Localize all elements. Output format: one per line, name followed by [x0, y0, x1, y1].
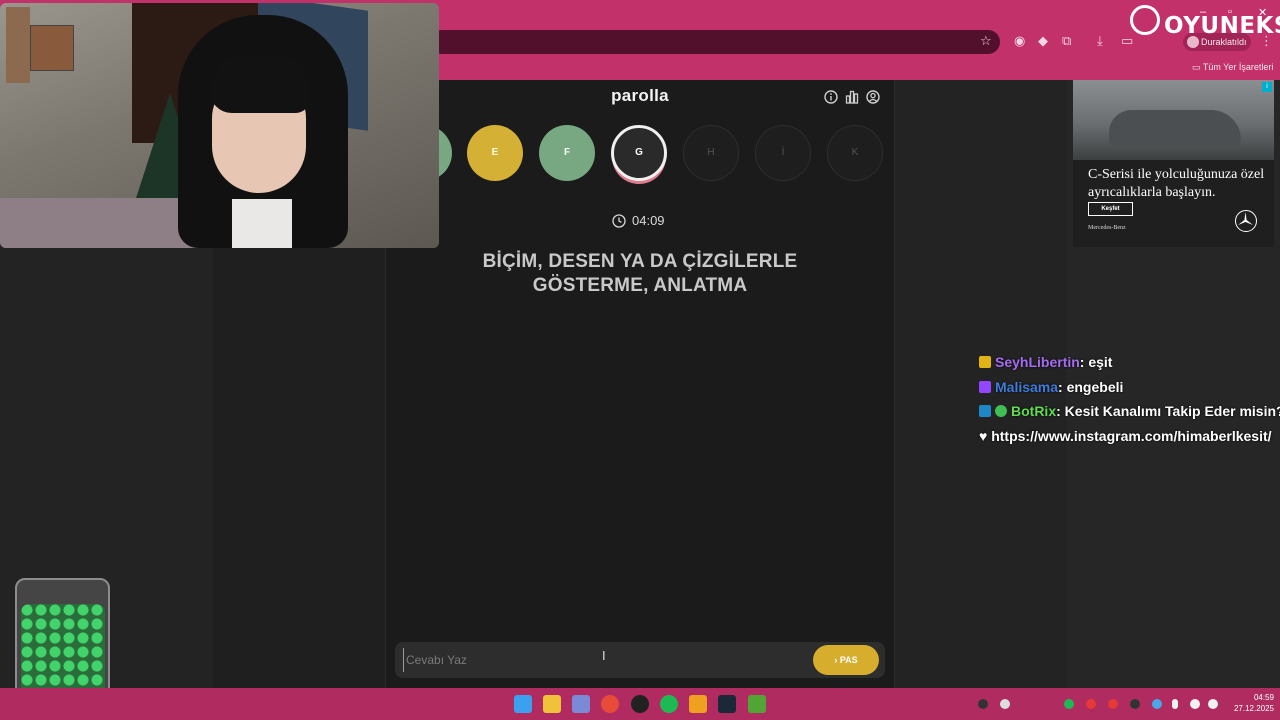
stats-icon[interactable]: [845, 90, 859, 104]
chrome-icon[interactable]: [601, 695, 619, 713]
chat-message: SeyhLibertin: eşit: [979, 352, 1279, 377]
volume-icon[interactable]: [1208, 699, 1218, 709]
wall-frames: [6, 7, 30, 83]
watermark-logo: OYUNEKS: [1128, 3, 1280, 47]
all-bookmarks-label: Tüm Yer İşaretleri: [1202, 62, 1274, 72]
chat-text: : engebeli: [1058, 378, 1124, 395]
info-icon[interactable]: [824, 90, 838, 104]
chat-message: Malisama: engebeli: [979, 377, 1279, 402]
network-icon[interactable]: [1190, 699, 1200, 709]
file-explorer-icon[interactable]: [543, 695, 561, 713]
app-icon[interactable]: [572, 695, 590, 713]
clock-icon: [612, 214, 626, 228]
tray-icon[interactable]: [1086, 699, 1096, 709]
chat-message: BotRix: Kesit Kanalımı Takip Eder misin?: [979, 401, 1280, 426]
chat-username: Malisama: [995, 378, 1059, 395]
pass-button[interactable]: › PAS: [813, 645, 879, 675]
chat-username: SeyhLibertin: [995, 354, 1080, 370]
chat-text: : eşit: [1079, 354, 1113, 370]
windows-start-icon[interactable]: [514, 695, 532, 713]
all-bookmarks-link[interactable]: ▭ Tüm Yer İşaretleri: [1192, 60, 1273, 74]
webcam-overlay: [0, 3, 439, 248]
tray-icon[interactable]: [1130, 699, 1140, 709]
car-image: [1109, 110, 1241, 146]
minecraft-icon[interactable]: [748, 695, 766, 713]
extension-icon[interactable]: ◆: [1038, 34, 1048, 50]
timer: 04:09: [600, 212, 680, 230]
clock-date: 27.12.2025: [1233, 704, 1274, 713]
chat-text: : Kesit Kanalımı Takip Eder misin?: [1056, 403, 1280, 419]
letter-bubble: K: [827, 125, 883, 181]
extension-icon[interactable]: ◉: [1014, 34, 1025, 50]
download-icon[interactable]: ⤓: [1097, 34, 1103, 50]
star-icon[interactable]: ☆: [980, 34, 992, 50]
letter-bubble: İ: [755, 125, 811, 181]
bot-badge-icon: [979, 405, 991, 417]
clock-time: 04:59: [1253, 693, 1274, 702]
address-bar[interactable]: [430, 30, 1000, 54]
mercedes-star-icon: [1235, 210, 1257, 232]
text-cursor-icon: I: [602, 648, 606, 663]
ad-cta-button[interactable]: Keşfet: [1088, 202, 1133, 216]
obs-icon[interactable]: [631, 695, 649, 713]
app-title: parolla: [611, 86, 669, 105]
ad-info-icon[interactable]: i: [1262, 82, 1272, 92]
folder-icon: ▭: [1192, 62, 1203, 72]
chat-message: ♥ https://www.instagram.com/himaberlkesi…: [979, 426, 1279, 451]
letter-bubble: G: [611, 125, 667, 181]
pass-label: PAS: [839, 655, 858, 665]
tray-icon[interactable]: [1000, 699, 1010, 709]
puzzle-icon[interactable]: ⧉: [1062, 34, 1071, 50]
stream-chat: SeyhLibertin: eşit Malisama: engebeli Bo…: [979, 352, 1280, 451]
tray-icon[interactable]: [1152, 699, 1162, 709]
chat-text: ♥ https://www.instagram.com/himaberlkesi…: [979, 427, 1272, 444]
question-line-1: BİÇİM, DESEN YA DA ÇİZGİLERLE: [482, 251, 798, 272]
timer-value: 04:09: [632, 213, 665, 228]
streamer-shirt: [232, 199, 292, 248]
ad-headline: C-Serisi ile yolculuğunuza özel ayrıcalı…: [1088, 167, 1265, 200]
ad-car-photo: [1073, 80, 1274, 160]
streamer-bangs: [210, 55, 310, 113]
question-line-2: GÖSTERME, ANLATMA: [532, 275, 748, 296]
mercedes-star-shape: [1238, 212, 1253, 225]
mic-icon[interactable]: [1172, 699, 1178, 709]
answer-bar: › PAS: [395, 642, 885, 678]
letter-bubble: E: [467, 125, 523, 181]
letter-bubble: F: [539, 125, 595, 181]
tray-icon[interactable]: [978, 699, 988, 709]
tray-icon[interactable]: [1108, 699, 1118, 709]
verified-badge-icon: [995, 405, 1007, 417]
letter-bubble: H: [683, 125, 739, 181]
ad-brand: Mercedes-Benz: [1088, 225, 1126, 231]
chat-username: BotRix: [1011, 403, 1057, 419]
picture-frame: [30, 25, 74, 71]
chevron-right-icon: ›: [834, 655, 838, 665]
spotify-icon[interactable]: [660, 695, 678, 713]
logo-mascot-icon: [1130, 5, 1160, 35]
sub-badge-icon: [979, 380, 991, 393]
question-text: BİÇİM, DESEN YA DA ÇİZGİLERLE GÖSTERME, …: [430, 250, 850, 298]
spotify-tray-icon[interactable]: [1064, 699, 1074, 709]
crown-badge-icon: [979, 356, 991, 368]
taskbar-clock[interactable]: 04:59 27.12.2025: [1224, 692, 1274, 714]
page-left-panel: [213, 248, 385, 688]
app-icon[interactable]: [689, 695, 707, 713]
logo-text: OYUNEKS: [1164, 13, 1280, 39]
profile-icon[interactable]: [866, 90, 880, 104]
steam-icon[interactable]: [718, 695, 736, 713]
screen: ☆ ◉ ◆ ⧉ ⤓ ▭ Duraklatıldı ⋮ ▭ Tüm Yer İşa…: [0, 0, 1280, 720]
ad-banner[interactable]: i C-Serisi ile yolculuğunuza özel ayrıca…: [1073, 80, 1274, 247]
